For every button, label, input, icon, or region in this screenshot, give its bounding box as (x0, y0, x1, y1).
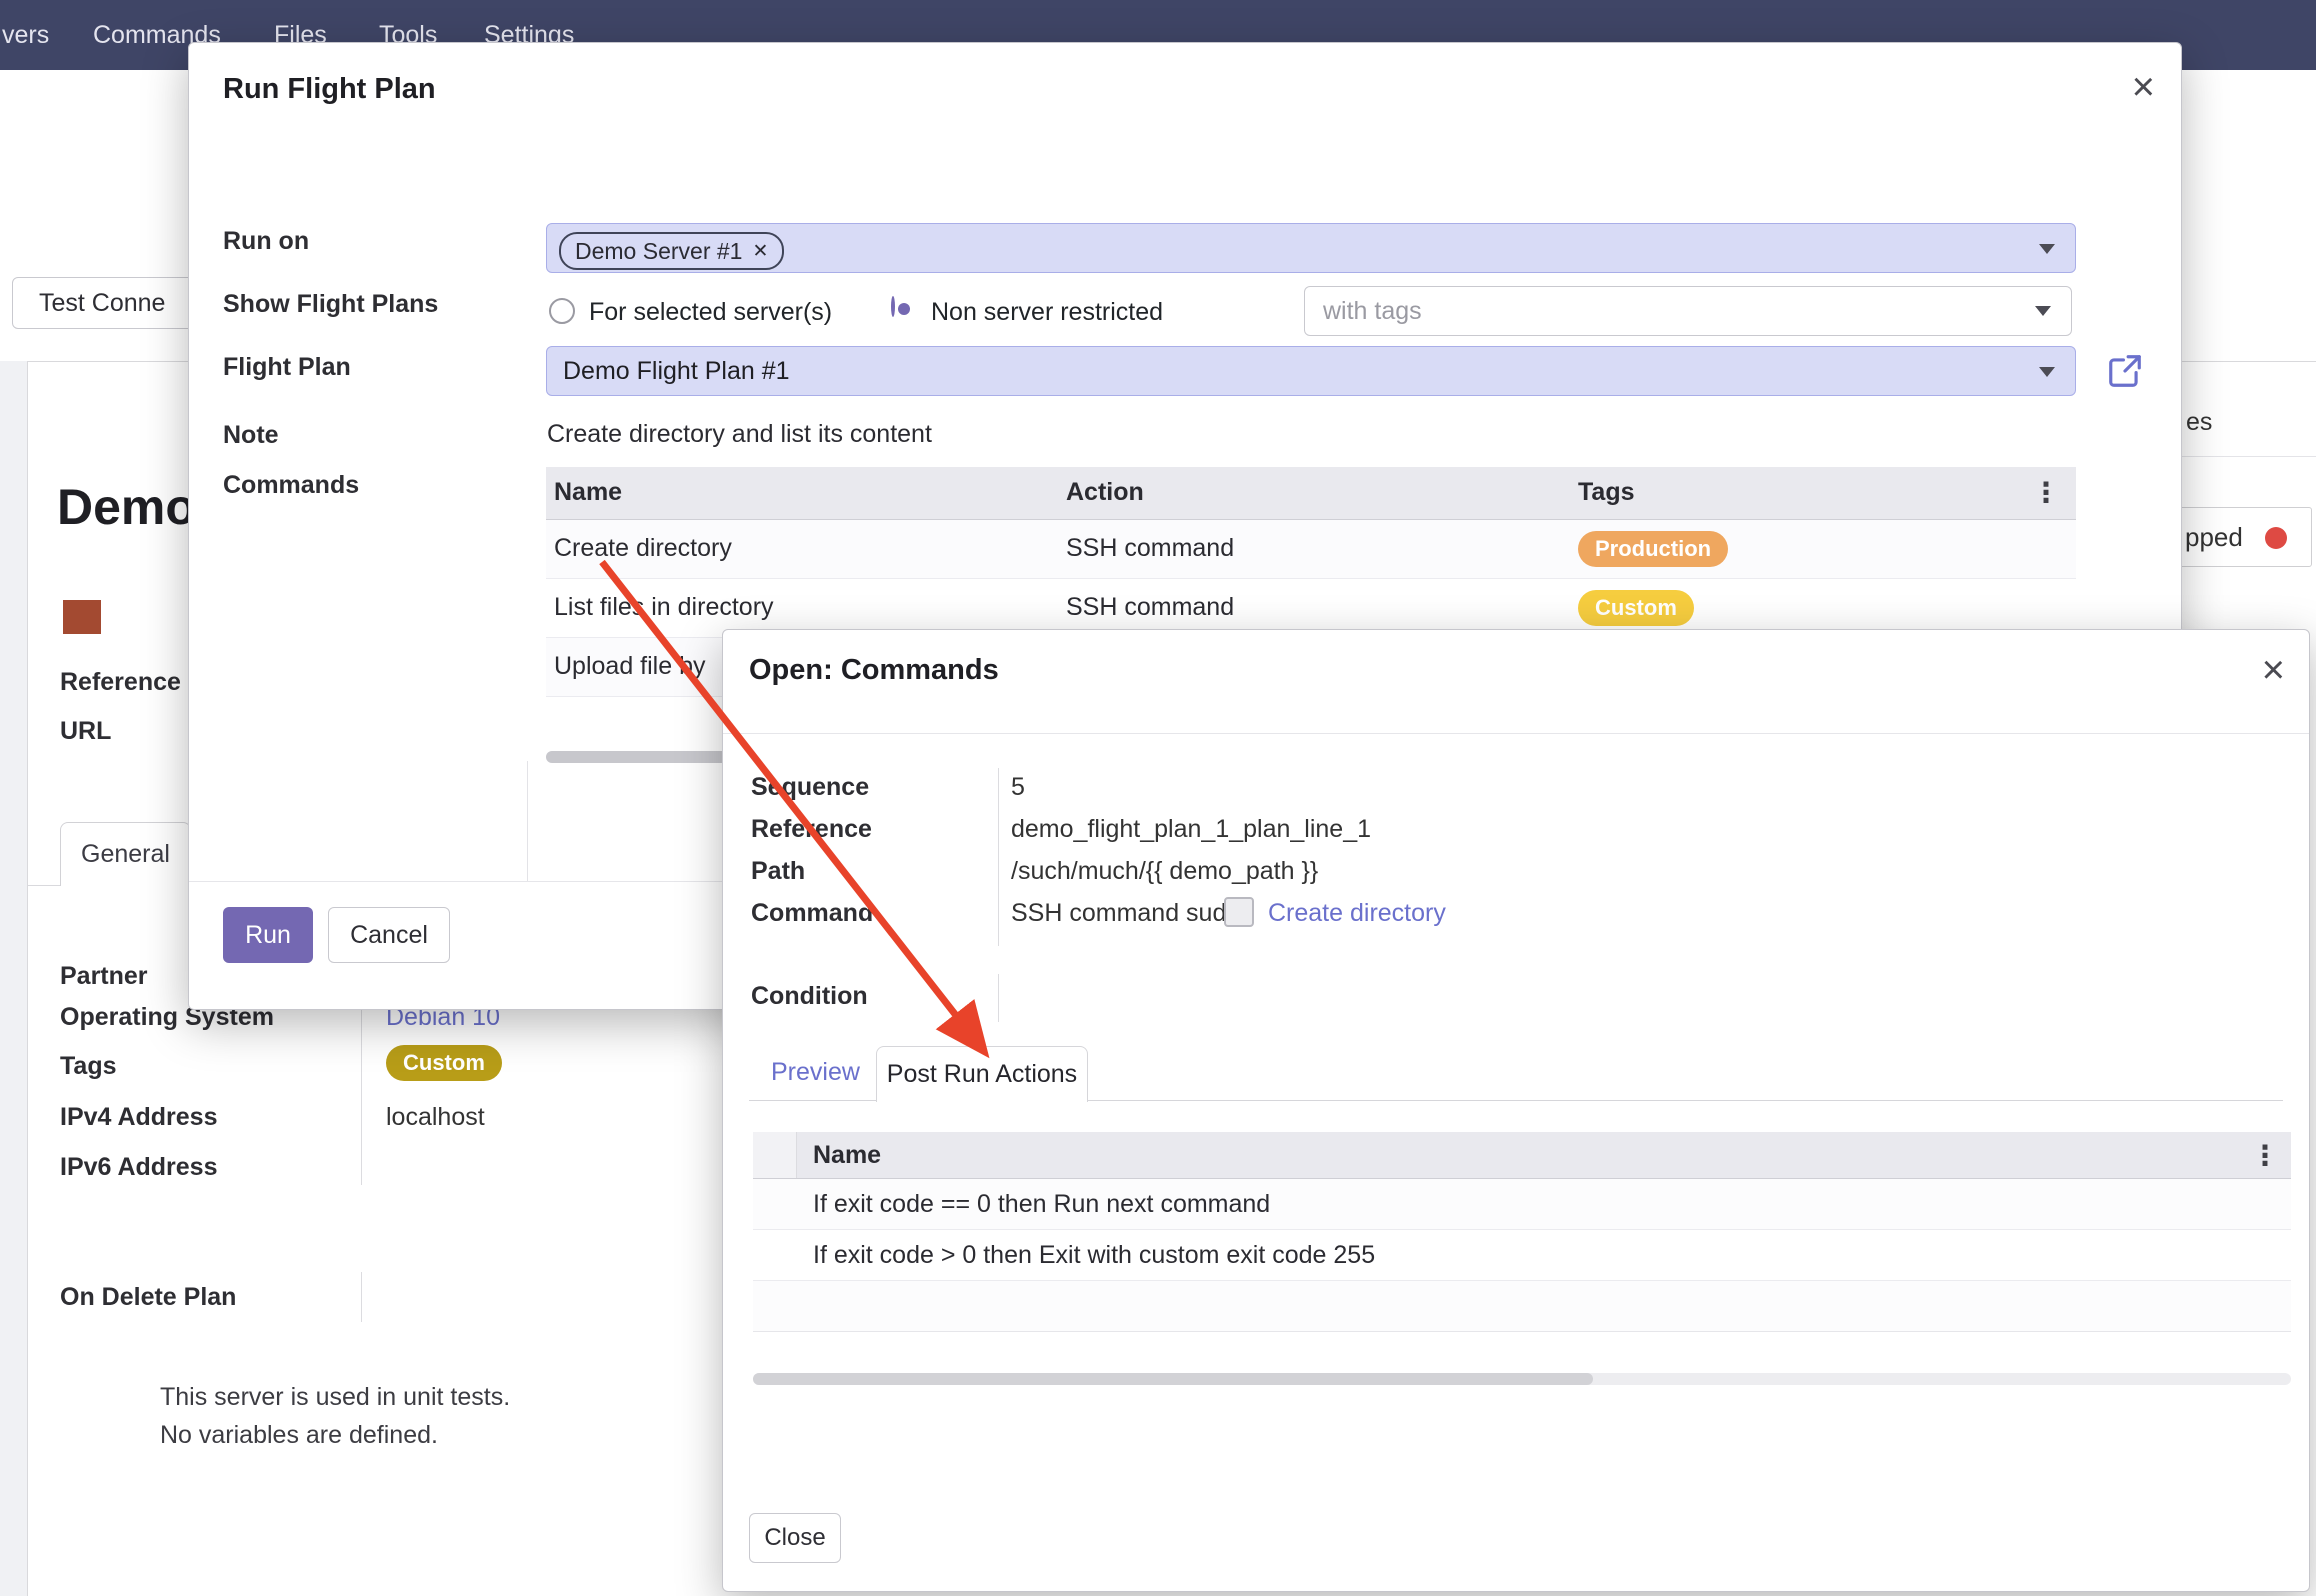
radio-selected-servers[interactable] (549, 298, 575, 324)
table-row[interactable]: If exit code > 0 then Exit with custom e… (753, 1230, 2291, 1281)
row-name: Create directory (554, 534, 732, 563)
chevron-down-icon (2039, 244, 2055, 254)
ipv6-label: IPv6 Address (60, 1153, 217, 1182)
row-tag-badge: Custom (1578, 590, 1694, 626)
open-modal-title: Open: Commands (749, 654, 999, 687)
condition-label: Condition (751, 982, 868, 1011)
col-header-name[interactable]: Name (813, 1141, 881, 1170)
commands-label: Commands (223, 471, 359, 500)
close-icon[interactable]: × (2262, 650, 2285, 690)
chevron-down-icon (2039, 367, 2055, 377)
row-action: SSH command (1066, 534, 1234, 563)
flight-plan-value: Demo Flight Plan #1 (563, 357, 790, 386)
path-label: Path (751, 857, 805, 886)
close-button[interactable]: Close (749, 1513, 841, 1563)
scrollbar-thumb[interactable] (753, 1373, 1593, 1385)
run-on-field[interactable]: Demo Server #1 ✕ (546, 223, 2076, 273)
tags-label: Tags (60, 1052, 117, 1081)
radio-non-server-restricted-label[interactable]: Non server restricted (931, 298, 1163, 326)
ipv4-label: IPv4 Address (60, 1103, 217, 1132)
pane-divider (527, 761, 528, 881)
run-modal-title: Run Flight Plan (223, 73, 436, 106)
form-divider (361, 1272, 362, 1322)
col-header-name[interactable]: Name (554, 478, 622, 507)
action-rule: If exit code == 0 then Run next command (813, 1190, 1270, 1219)
row-name: List files in directory (554, 593, 774, 622)
unit-test-note: This server is used in unit tests. (160, 1383, 510, 1412)
status-stopped-dot-icon (2265, 527, 2287, 549)
field-divider (998, 974, 999, 1022)
command-value: SSH command sudo (1011, 899, 1240, 928)
server-chip-label: Demo Server #1 (575, 238, 742, 265)
kebab-menu-icon[interactable]: ⋮ (2251, 1139, 2279, 1172)
kebab-menu-icon[interactable]: ⋮ (2032, 476, 2060, 509)
tab-post-run-actions[interactable]: Post Run Actions (876, 1046, 1088, 1102)
note-label: Note (223, 421, 279, 450)
close-icon[interactable]: × (2132, 67, 2155, 107)
reference-label: Reference (60, 668, 181, 697)
url-label: URL (60, 717, 111, 746)
table-row-empty (753, 1281, 2291, 1332)
cancel-button[interactable]: Cancel (328, 907, 450, 963)
sequence-value: 5 (1011, 773, 1025, 802)
radio-selected-servers-label[interactable]: For selected server(s) (589, 298, 832, 326)
table-row[interactable]: Create directory SSH command Production (546, 520, 2076, 579)
on-delete-plan-label: On Delete Plan (60, 1283, 236, 1312)
path-value: /such/much/{{ demo_path }} (1011, 857, 1318, 886)
row-action: SSH command (1066, 593, 1234, 622)
ipv4-value: localhost (386, 1103, 485, 1132)
actions-table-header: Name ⋮ (753, 1132, 2291, 1179)
field-divider (998, 768, 999, 946)
reference-value: demo_flight_plan_1_plan_line_1 (1011, 815, 1371, 844)
tab-general[interactable]: General (60, 822, 191, 886)
with-tags-input[interactable]: with tags (1304, 286, 2072, 336)
commands-table-header: Name Action Tags ⋮ (546, 467, 2076, 520)
open-commands-modal: Open: Commands × Sequence Reference Path… (722, 629, 2310, 1592)
tags-badge: Custom (386, 1045, 502, 1081)
chevron-down-icon (2035, 306, 2051, 316)
no-variables-note: No variables are defined. (160, 1421, 438, 1450)
create-directory-link[interactable]: Create directory (1268, 899, 1446, 928)
flight-plan-select[interactable]: Demo Flight Plan #1 (546, 346, 2076, 396)
chip-remove-icon[interactable]: ✕ (752, 240, 768, 263)
status-text: pped (2185, 522, 2243, 553)
run-on-label: Run on (223, 227, 309, 256)
reference-label: Reference (751, 815, 872, 844)
command-checkbox[interactable] (1224, 897, 1254, 927)
note-text: Create directory and list its content (547, 420, 932, 449)
flight-plan-label: Flight Plan (223, 353, 351, 382)
custom-tag-badge: Custom (386, 1045, 502, 1081)
color-swatch (63, 600, 101, 634)
command-label: Command (751, 899, 873, 928)
col-header-tags[interactable]: Tags (1578, 478, 1635, 507)
table-row[interactable]: If exit code == 0 then Run next command (753, 1179, 2291, 1230)
page-gutter (0, 361, 27, 1596)
truncated-smart-button[interactable]: es (2186, 408, 2212, 437)
external-link-icon[interactable] (2106, 352, 2144, 390)
col-header-action[interactable]: Action (1066, 478, 1144, 507)
tab-preview[interactable]: Preview (771, 1058, 860, 1087)
run-button[interactable]: Run (223, 907, 313, 963)
server-name-heading: Demo (57, 478, 196, 536)
row-name: Upload file by (554, 652, 705, 681)
with-tags-placeholder: with tags (1323, 297, 1422, 326)
row-tag-badge: Production (1578, 531, 1728, 567)
post-run-actions-table: Name ⋮ If exit code == 0 then Run next c… (753, 1132, 2291, 1332)
radio-non-server-restricted[interactable] (891, 296, 895, 317)
server-chip[interactable]: Demo Server #1 ✕ (559, 232, 784, 270)
sequence-label: Sequence (751, 773, 869, 802)
partner-label: Partner (60, 962, 148, 991)
selector-column (753, 1132, 797, 1178)
nav-item-servers[interactable]: vers (2, 0, 49, 70)
table-horizontal-scrollbar[interactable] (753, 1373, 2291, 1385)
modal-header-divider (723, 733, 2309, 734)
screen: vers Commands Files Tools Settings Test … (0, 0, 2316, 1596)
show-flight-plans-label: Show Flight Plans (223, 290, 438, 319)
action-rule: If exit code > 0 then Exit with custom e… (813, 1241, 1375, 1270)
